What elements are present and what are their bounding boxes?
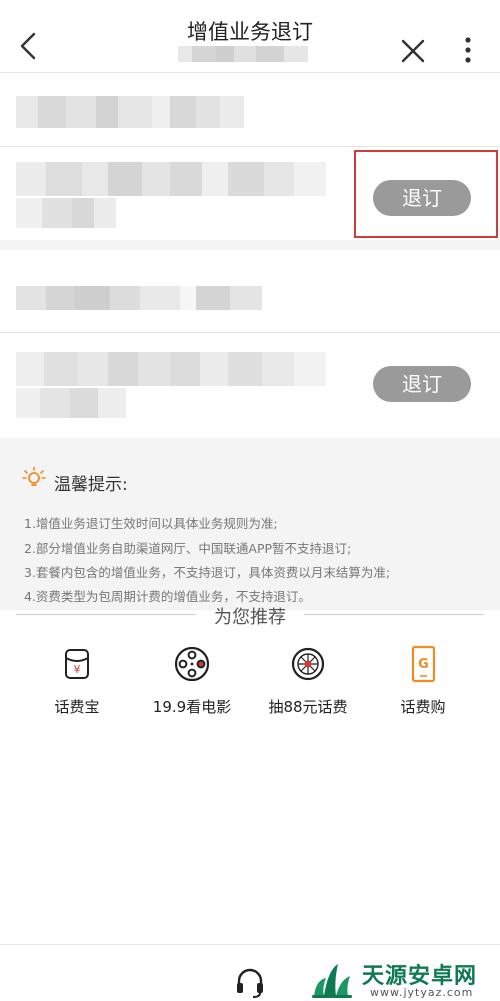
watermark-logo-icon xyxy=(312,964,352,998)
red-envelope-icon: ¥ xyxy=(65,649,89,679)
highlight-annotation-box xyxy=(354,150,498,238)
phone-shop-icon: G xyxy=(411,645,436,683)
headset-icon[interactable] xyxy=(234,966,266,998)
recommend-item[interactable]: 抽88元话费 xyxy=(253,640,363,720)
tip-line: 1.增值业务退订生效时间以具体业务规则为准; xyxy=(24,516,278,531)
recommend-title: 为您推荐 xyxy=(214,607,286,628)
prize-wheel-icon xyxy=(291,647,325,681)
recommend-item[interactable]: 19.9看电影 xyxy=(137,640,247,720)
redacted-service-name xyxy=(16,352,326,386)
redacted-service-header xyxy=(16,286,262,310)
more-vertical-icon[interactable] xyxy=(458,34,478,66)
watermark-url: www.jytyaz.com xyxy=(370,986,474,999)
svg-text:¥: ¥ xyxy=(74,663,81,676)
section-separator xyxy=(0,240,500,250)
lightbulb-icon xyxy=(22,466,46,486)
top-navigation-bar: 增值业务退订 xyxy=(0,0,500,72)
divider xyxy=(0,72,500,73)
recommend-item-label: 话费购 xyxy=(400,698,446,716)
recommend-item-label: 话费宝 xyxy=(54,698,100,716)
tip-line: 3.套餐内包含的增值业务，不支持退订，具体资费以月末结算为准; xyxy=(24,565,391,580)
film-reel-icon xyxy=(174,646,210,682)
redacted-service-detail xyxy=(16,388,126,418)
recommend-item-label: 抽88元话费 xyxy=(268,698,348,716)
divider xyxy=(0,332,500,333)
redacted-service-name xyxy=(16,162,326,196)
svg-text:G: G xyxy=(418,657,429,672)
redacted-service-header xyxy=(16,96,244,128)
close-icon[interactable] xyxy=(400,38,426,64)
divider xyxy=(0,146,500,147)
recommend-item[interactable]: ¥ 话费宝 xyxy=(22,640,132,720)
unsubscribe-button[interactable]: 退订 xyxy=(373,366,471,402)
redacted-service-detail xyxy=(16,198,116,228)
tips-heading: 温馨提示: xyxy=(54,475,128,495)
recommend-item[interactable]: G 话费购 xyxy=(368,640,478,720)
tip-line: 2.部分增值业务自助渠道网厅、中国联通APP暂不支持退订; xyxy=(24,541,352,556)
recommend-item-label: 19.9看电影 xyxy=(152,698,232,716)
redacted-phone-number xyxy=(178,46,308,62)
site-watermark: 天源安卓网 www.jytyaz.com xyxy=(300,952,500,1000)
